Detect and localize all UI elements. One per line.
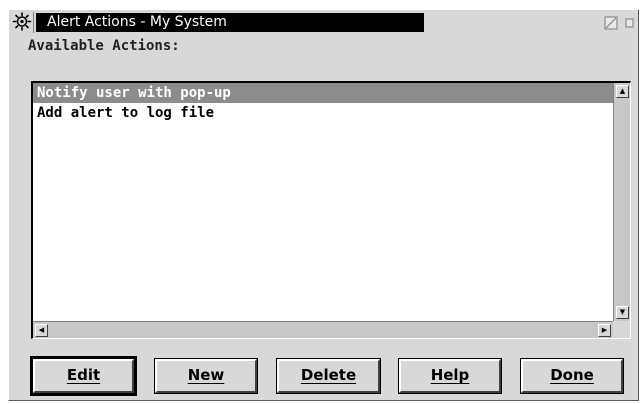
help-button[interactable]: Help <box>398 358 502 394</box>
gear-icon <box>12 12 32 31</box>
scroll-right-button[interactable]: ▶ <box>598 324 611 337</box>
vertical-scrollbar[interactable]: ▲ ▼ <box>613 83 630 321</box>
minimize-button[interactable] <box>622 15 636 29</box>
help-button-label: Help <box>430 366 470 384</box>
new-button[interactable]: New <box>154 358 258 394</box>
new-button-label: New <box>187 366 225 384</box>
done-button[interactable]: Done <box>520 358 624 394</box>
actions-list: Notify user with pop-up Add alert to log… <box>33 83 613 321</box>
available-actions-label: Available Actions: <box>28 38 180 54</box>
maximize-button[interactable] <box>604 15 618 30</box>
list-item[interactable]: Notify user with pop-up <box>33 83 613 103</box>
scroll-left-button[interactable]: ◀ <box>35 324 48 337</box>
scroll-right-arrow-icon: ▶ <box>601 326 608 334</box>
done-button-label: Done <box>550 366 594 384</box>
alert-actions-window: Alert Actions - My System Available Acti… <box>0 0 641 404</box>
scroll-down-arrow-icon: ▼ <box>619 308 626 316</box>
dialog-frame: Alert Actions - My System Available Acti… <box>8 9 639 401</box>
scroll-up-button[interactable]: ▲ <box>616 85 629 98</box>
delete-button-label: Delete <box>300 366 357 384</box>
edit-button-label: Edit <box>66 366 101 384</box>
list-item[interactable]: Add alert to log file <box>33 103 613 123</box>
delete-button[interactable]: Delete <box>276 358 381 394</box>
title-bar[interactable]: Alert Actions - My System <box>10 11 637 34</box>
scrollbar-corner <box>613 321 630 338</box>
actions-listbox[interactable]: Notify user with pop-up Add alert to log… <box>31 81 631 339</box>
scroll-up-arrow-icon: ▲ <box>619 87 626 95</box>
horizontal-scrollbar[interactable]: ◀ ▶ <box>33 321 613 338</box>
scroll-down-button[interactable]: ▼ <box>616 306 629 319</box>
window-title: Alert Actions - My System <box>36 13 424 32</box>
system-menu-button[interactable] <box>12 12 34 33</box>
edit-button[interactable]: Edit <box>30 356 137 396</box>
scroll-left-arrow-icon: ◀ <box>38 326 45 334</box>
maximize-icon <box>604 16 618 30</box>
minimize-icon <box>625 18 634 28</box>
